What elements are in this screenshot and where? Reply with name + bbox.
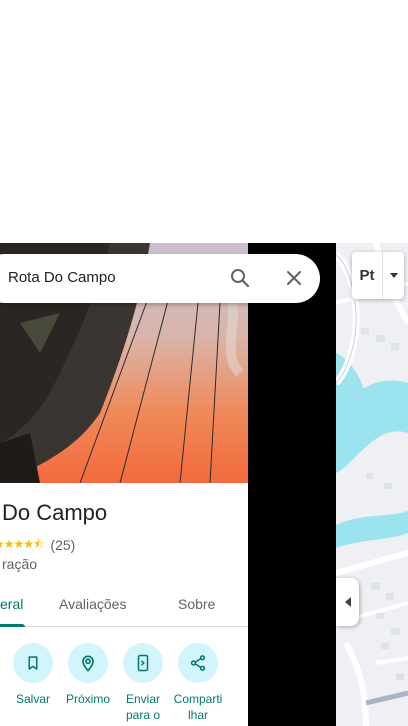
close-search-button[interactable] bbox=[282, 266, 306, 290]
place-title: Do Campo bbox=[2, 500, 108, 525]
map-layer-control[interactable]: Pt bbox=[352, 252, 404, 299]
active-tab-indicator bbox=[0, 624, 25, 627]
rating-stars: ★★★★⯪ bbox=[0, 536, 44, 551]
screen: Do Campo ★★★★⯪ (25) ração eral Avaliaçõe… bbox=[0, 0, 408, 726]
search-icon bbox=[231, 269, 250, 288]
map-area[interactable] bbox=[336, 243, 408, 726]
send-to-phone-button-circle bbox=[123, 643, 163, 683]
search-box[interactable]: Rota Do Campo bbox=[0, 254, 320, 303]
send-to-phone-label: Enviar para o bbox=[125, 692, 161, 722]
tab-reviews[interactable]: Avaliações bbox=[59, 596, 126, 612]
review-count[interactable]: (25) bbox=[50, 537, 75, 553]
chevron-down-icon bbox=[389, 272, 398, 278]
map-canvas bbox=[336, 243, 408, 726]
send-to-phone-button[interactable]: Enviar para o bbox=[115, 643, 171, 723]
close-icon bbox=[287, 271, 301, 285]
share-button-circle bbox=[178, 643, 218, 683]
nearby-button[interactable]: Próximo bbox=[60, 643, 116, 707]
nearby-label: Próximo bbox=[65, 692, 110, 706]
layer-dropdown-button[interactable] bbox=[383, 252, 404, 299]
chevron-left-icon bbox=[344, 597, 351, 607]
collapse-panel-button[interactable] bbox=[336, 578, 359, 626]
action-bar: Salvar Próximo Enviar para o Comparti lh… bbox=[0, 643, 248, 726]
save-button-circle bbox=[13, 643, 53, 683]
rating-row[interactable]: ★★★★⯪ (25) bbox=[0, 536, 75, 554]
share-icon bbox=[190, 655, 206, 671]
nearby-button-circle bbox=[68, 643, 108, 683]
tab-bar: eral Avaliações Sobre bbox=[0, 583, 248, 627]
share-button[interactable]: Comparti lhar bbox=[170, 643, 226, 723]
layer-button[interactable]: Pt bbox=[352, 252, 383, 299]
tab-about[interactable]: Sobre bbox=[178, 596, 215, 612]
search-button[interactable] bbox=[228, 266, 252, 290]
search-input[interactable]: Rota Do Campo bbox=[8, 269, 116, 286]
share-label: Comparti lhar bbox=[173, 692, 223, 722]
place-category[interactable]: ração bbox=[2, 556, 37, 572]
nearby-icon bbox=[82, 655, 94, 672]
send-to-phone-icon bbox=[137, 654, 149, 672]
save-button[interactable]: Salvar bbox=[5, 643, 61, 707]
save-label: Salvar bbox=[15, 692, 50, 706]
bookmark-icon bbox=[28, 656, 38, 670]
place-panel: Do Campo ★★★★⯪ (25) ração eral Avaliaçõe… bbox=[0, 243, 248, 726]
tab-overview[interactable]: eral bbox=[0, 596, 23, 612]
